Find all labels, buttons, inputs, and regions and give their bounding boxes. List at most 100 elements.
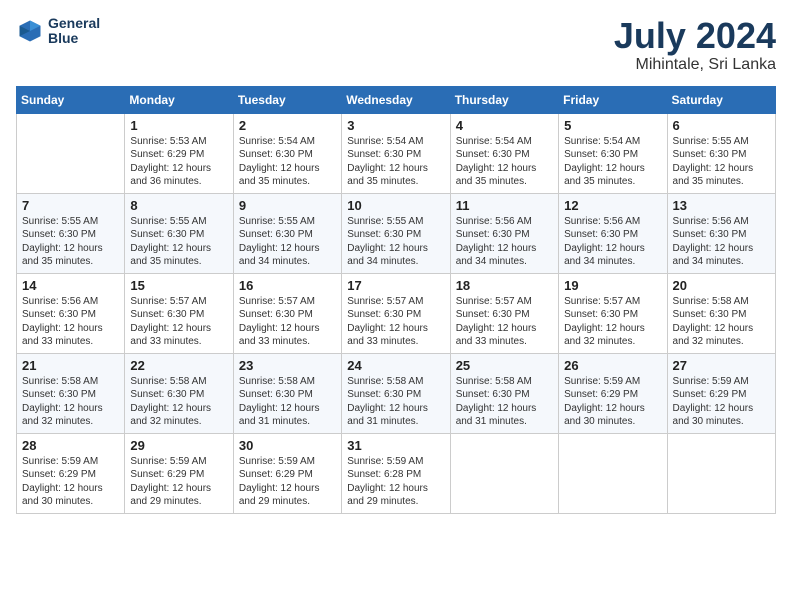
calendar-cell: 27Sunrise: 5:59 AMSunset: 6:29 PMDayligh… [667, 353, 775, 433]
calendar-cell: 15 Sunrise: 5:57 AMSunset: 6:30 PMDayligh… [125, 273, 233, 353]
cell-info: Sunrise: 5:58 AMSunset: 6:30 PMDaylight:… [22, 376, 103, 428]
calendar-cell: 20 Sunrise: 5:58 AMSunset: 6:30 PMDayligh… [667, 273, 775, 353]
cell-info: Sunrise: 5:59 AMSunset: 6:29 PMDaylight:… [673, 376, 754, 428]
cell-info: Sunrise: 5:58 AMSunset: 6:30 PMDaylight:… [347, 376, 428, 428]
calendar-cell: 24 Sunrise: 5:58 AMSunset: 6:30 PMDayligh… [342, 353, 450, 433]
day-number: 21 [22, 358, 119, 373]
day-number: 6 [673, 118, 770, 133]
col-header-tuesday: Tuesday [233, 86, 341, 113]
calendar-cell: 26 Sunrise: 5:59 AMSunset: 6:29 PMDayligh… [559, 353, 667, 433]
cell-info: Sunrise: 5:57 AMSunset: 6:30 PMDaylight:… [347, 296, 428, 348]
day-number: 5 [564, 118, 661, 133]
col-header-sunday: Sunday [17, 86, 125, 113]
calendar-cell: 1 Sunrise: 5:53 AMSunset: 6:29 PMDaylight… [125, 113, 233, 193]
calendar-cell: 8Sunrise: 5:55 AMSunset: 6:30 PMDaylight… [125, 193, 233, 273]
calendar-cell: 11 Sunrise: 5:56 AMSunset: 6:30 PMDayligh… [450, 193, 558, 273]
day-number: 30 [239, 438, 336, 453]
cell-info: Sunrise: 5:56 AMSunset: 6:30 PMDaylight:… [456, 216, 537, 268]
week-row-0: 1 Sunrise: 5:53 AMSunset: 6:29 PMDaylight… [17, 113, 776, 193]
title-block: July 2024 Mihintale, Sri Lanka [614, 16, 776, 74]
day-number: 15 [130, 278, 227, 293]
cell-info: Sunrise: 5:57 AMSunset: 6:30 PMDaylight:… [239, 296, 320, 348]
day-number: 14 [22, 278, 119, 293]
calendar-cell: 28Sunrise: 5:59 AMSunset: 6:29 PMDayligh… [17, 433, 125, 513]
calendar-cell: 29Sunrise: 5:59 AMSunset: 6:29 PMDayligh… [125, 433, 233, 513]
cell-info: Sunrise: 5:55 AMSunset: 6:30 PMDaylight:… [22, 216, 103, 268]
day-number: 3 [347, 118, 444, 133]
header-row: SundayMondayTuesdayWednesdayThursdayFrid… [17, 86, 776, 113]
day-number: 23 [239, 358, 336, 373]
day-number: 9 [239, 198, 336, 213]
col-header-wednesday: Wednesday [342, 86, 450, 113]
cell-info: Sunrise: 5:54 AMSunset: 6:30 PMDaylight:… [564, 136, 645, 188]
logo-text: General Blue [48, 16, 100, 47]
cell-info: Sunrise: 5:55 AMSunset: 6:30 PMDaylight:… [347, 216, 428, 268]
week-row-3: 21 Sunrise: 5:58 AMSunset: 6:30 PMDayligh… [17, 353, 776, 433]
cell-info: Sunrise: 5:59 AMSunset: 6:29 PMDaylight:… [564, 376, 645, 428]
week-row-4: 28Sunrise: 5:59 AMSunset: 6:29 PMDayligh… [17, 433, 776, 513]
day-number: 11 [456, 198, 553, 213]
cell-info: Sunrise: 5:59 AMSunset: 6:29 PMDaylight:… [130, 456, 211, 508]
cell-info: Sunrise: 5:56 AMSunset: 6:30 PMDaylight:… [22, 296, 103, 348]
logo-icon [16, 17, 44, 45]
calendar-cell: 23 Sunrise: 5:58 AMSunset: 6:30 PMDayligh… [233, 353, 341, 433]
calendar-table: SundayMondayTuesdayWednesdayThursdayFrid… [16, 86, 776, 514]
cell-info: Sunrise: 5:55 AMSunset: 6:30 PMDaylight:… [239, 216, 320, 268]
day-number: 26 [564, 358, 661, 373]
cell-info: Sunrise: 5:56 AMSunset: 6:30 PMDaylight:… [673, 216, 754, 268]
col-header-saturday: Saturday [667, 86, 775, 113]
calendar-cell: 10 Sunrise: 5:55 AMSunset: 6:30 PMDayligh… [342, 193, 450, 273]
cell-info: Sunrise: 5:58 AMSunset: 6:30 PMDaylight:… [456, 376, 537, 428]
day-number: 22 [130, 358, 227, 373]
cell-info: Sunrise: 5:58 AMSunset: 6:30 PMDaylight:… [130, 376, 211, 428]
cell-info: Sunrise: 5:55 AMSunset: 6:30 PMDaylight:… [673, 136, 754, 188]
calendar-cell [667, 433, 775, 513]
day-number: 16 [239, 278, 336, 293]
cell-info: Sunrise: 5:57 AMSunset: 6:30 PMDaylight:… [130, 296, 211, 348]
day-number: 20 [673, 278, 770, 293]
day-number: 19 [564, 278, 661, 293]
col-header-thursday: Thursday [450, 86, 558, 113]
calendar-cell: 6 Sunrise: 5:55 AMSunset: 6:30 PMDaylight… [667, 113, 775, 193]
calendar-cell: 5 Sunrise: 5:54 AMSunset: 6:30 PMDaylight… [559, 113, 667, 193]
cell-info: Sunrise: 5:59 AMSunset: 6:28 PMDaylight:… [347, 456, 428, 508]
calendar-cell [450, 433, 558, 513]
calendar-cell: 25Sunrise: 5:58 AMSunset: 6:30 PMDayligh… [450, 353, 558, 433]
calendar-cell: 30 Sunrise: 5:59 AMSunset: 6:29 PMDayligh… [233, 433, 341, 513]
day-number: 1 [130, 118, 227, 133]
logo-line2: Blue [48, 31, 100, 46]
calendar-cell: 18 Sunrise: 5:57 AMSunset: 6:30 PMDayligh… [450, 273, 558, 353]
location: Mihintale, Sri Lanka [614, 56, 776, 74]
week-row-2: 14 Sunrise: 5:56 AMSunset: 6:30 PMDayligh… [17, 273, 776, 353]
calendar-cell [17, 113, 125, 193]
day-number: 8 [130, 198, 227, 213]
cell-info: Sunrise: 5:54 AMSunset: 6:30 PMDaylight:… [347, 136, 428, 188]
calendar-cell: 22 Sunrise: 5:58 AMSunset: 6:30 PMDayligh… [125, 353, 233, 433]
cell-info: Sunrise: 5:59 AMSunset: 6:29 PMDaylight:… [239, 456, 320, 508]
logo-line1: General [48, 16, 100, 31]
day-number: 10 [347, 198, 444, 213]
cell-info: Sunrise: 5:54 AMSunset: 6:30 PMDaylight:… [239, 136, 320, 188]
day-number: 4 [456, 118, 553, 133]
day-number: 18 [456, 278, 553, 293]
calendar-cell: 19Sunrise: 5:57 AMSunset: 6:30 PMDayligh… [559, 273, 667, 353]
cell-info: Sunrise: 5:58 AMSunset: 6:30 PMDaylight:… [239, 376, 320, 428]
calendar-cell: 21 Sunrise: 5:58 AMSunset: 6:30 PMDayligh… [17, 353, 125, 433]
cell-info: Sunrise: 5:56 AMSunset: 6:30 PMDaylight:… [564, 216, 645, 268]
day-number: 13 [673, 198, 770, 213]
day-number: 12 [564, 198, 661, 213]
calendar-cell: 12 Sunrise: 5:56 AMSunset: 6:30 PMDayligh… [559, 193, 667, 273]
cell-info: Sunrise: 5:59 AMSunset: 6:29 PMDaylight:… [22, 456, 103, 508]
calendar-cell: 14 Sunrise: 5:56 AMSunset: 6:30 PMDayligh… [17, 273, 125, 353]
calendar-cell: 16 Sunrise: 5:57 AMSunset: 6:30 PMDayligh… [233, 273, 341, 353]
cell-info: Sunrise: 5:58 AMSunset: 6:30 PMDaylight:… [673, 296, 754, 348]
calendar-cell: 17Sunrise: 5:57 AMSunset: 6:30 PMDayligh… [342, 273, 450, 353]
cell-info: Sunrise: 5:53 AMSunset: 6:29 PMDaylight:… [130, 136, 211, 188]
calendar-cell [559, 433, 667, 513]
page-header: General Blue July 2024 Mihintale, Sri La… [16, 16, 776, 74]
calendar-cell: 2Sunrise: 5:54 AMSunset: 6:30 PMDaylight… [233, 113, 341, 193]
col-header-monday: Monday [125, 86, 233, 113]
day-number: 24 [347, 358, 444, 373]
col-header-friday: Friday [559, 86, 667, 113]
cell-info: Sunrise: 5:57 AMSunset: 6:30 PMDaylight:… [456, 296, 537, 348]
